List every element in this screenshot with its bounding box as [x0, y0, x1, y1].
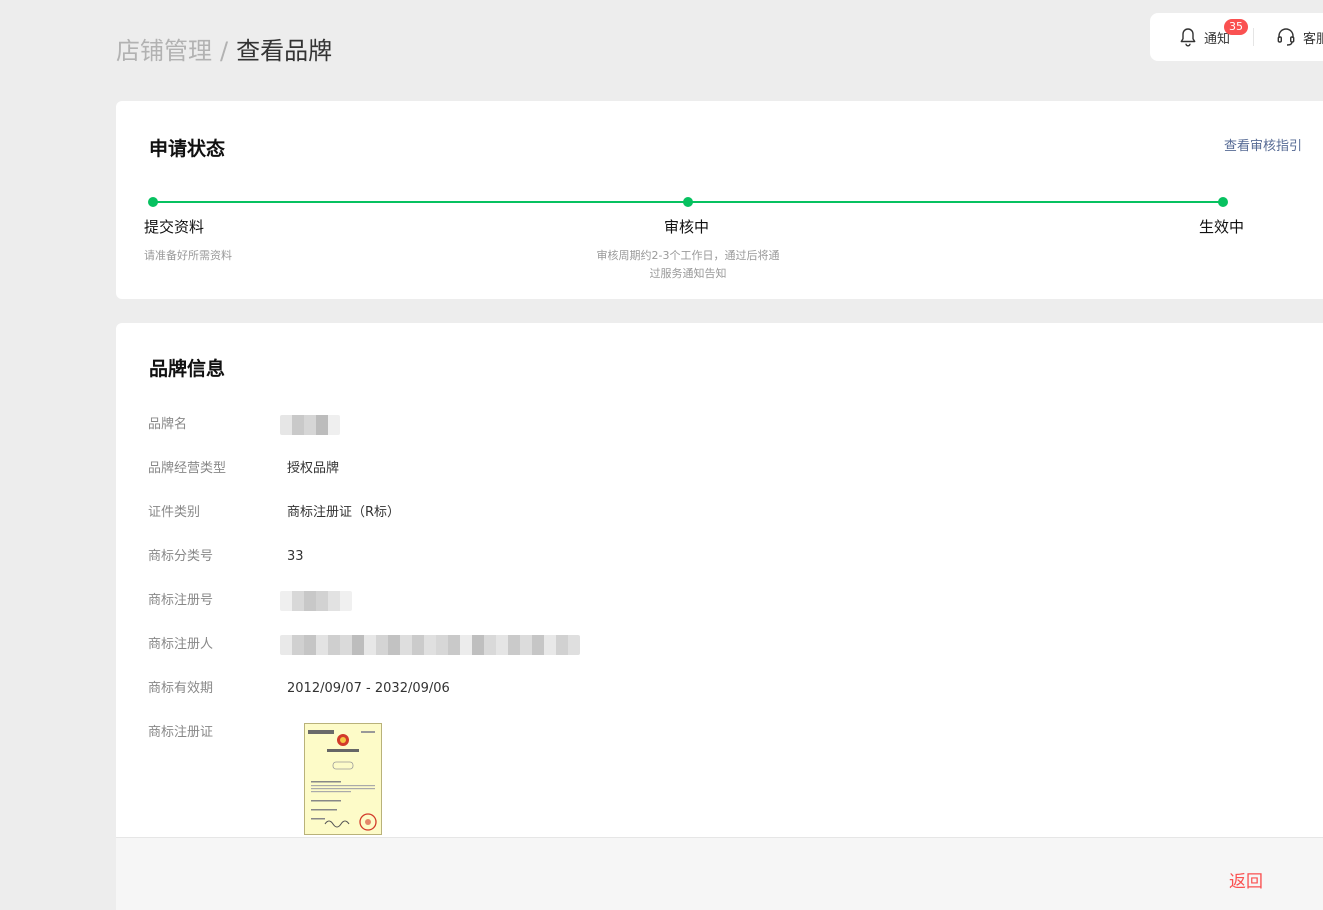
headset-icon [1276, 27, 1296, 47]
application-status-card: 申请状态 查看审核指引 提交资料 请准备好所需资料 审核中 审核周期约2-3个工… [116, 101, 1323, 299]
field-label: 证件类别 [148, 505, 201, 520]
field-value: 33 [287, 549, 304, 564]
customer-service-button[interactable]: 客服 [1254, 13, 1323, 61]
notice-button[interactable]: 通知 35 [1150, 13, 1253, 61]
step-desc-review-line1: 审核周期约2-3个工作日，通过后将通 [596, 249, 780, 262]
field-label: 品牌经营类型 [148, 461, 227, 476]
step-dot-submit [148, 197, 158, 207]
certificate-image [308, 730, 377, 831]
field-label: 商标注册证 [148, 725, 214, 740]
step-dot-effective [1218, 197, 1228, 207]
field-value: 授权品牌 [287, 461, 340, 476]
step-dot-review [683, 197, 693, 207]
application-status-title: 申请状态 [149, 138, 226, 160]
redacted-brand-name [280, 415, 340, 435]
field-label: 商标分类号 [148, 549, 214, 564]
breadcrumb: 店铺管理 / 查看品牌 [116, 34, 332, 68]
back-button[interactable]: 返回 [1229, 867, 1263, 892]
brand-info-card: 品牌信息 品牌名 品牌经营类型 授权品牌 证件类别 商标注册证（R标） 商标分类… [116, 323, 1323, 910]
step-desc-review: 审核周期约2-3个工作日，通过后将通 过服务通知告知 [588, 247, 788, 283]
step-desc-review-line2: 过服务通知告知 [649, 267, 727, 280]
bell-icon [1179, 27, 1197, 47]
redacted-registrant [280, 635, 580, 655]
field-label: 商标有效期 [148, 681, 214, 696]
trademark-certificate-thumbnail[interactable] [304, 723, 382, 835]
footer-action-bar: 返回 [116, 837, 1323, 910]
step-title-review: 审核中 [664, 218, 710, 236]
field-value: 商标注册证（R标） [287, 505, 401, 520]
step-title-submit: 提交资料 [144, 218, 205, 236]
field-label: 商标注册号 [148, 593, 214, 608]
field-label: 品牌名 [148, 417, 188, 432]
breadcrumb-separator: / [220, 37, 229, 65]
brand-view-page: 店铺管理 / 查看品牌 通知 35 客服 申请状态 查看审核指引 提交资料 请准备好… [0, 0, 1323, 910]
step-title-effective: 生效中 [1199, 218, 1245, 236]
notice-count-badge: 35 [1224, 19, 1248, 35]
brand-info-title: 品牌信息 [149, 358, 226, 380]
step-desc-submit: 请准备好所需资料 [144, 249, 232, 262]
breadcrumb-store-management[interactable]: 店铺管理 [116, 37, 212, 65]
field-value: 2012/09/07 - 2032/09/06 [287, 681, 450, 696]
review-guide-link[interactable]: 查看审核指引 [1224, 135, 1302, 154]
page-title: 查看品牌 [236, 37, 333, 65]
field-label: 商标注册人 [148, 637, 214, 652]
top-toolbar: 通知 35 客服 [1150, 13, 1323, 61]
customer-service-label: 客服 [1303, 31, 1323, 47]
redacted-reg-no [280, 591, 352, 611]
